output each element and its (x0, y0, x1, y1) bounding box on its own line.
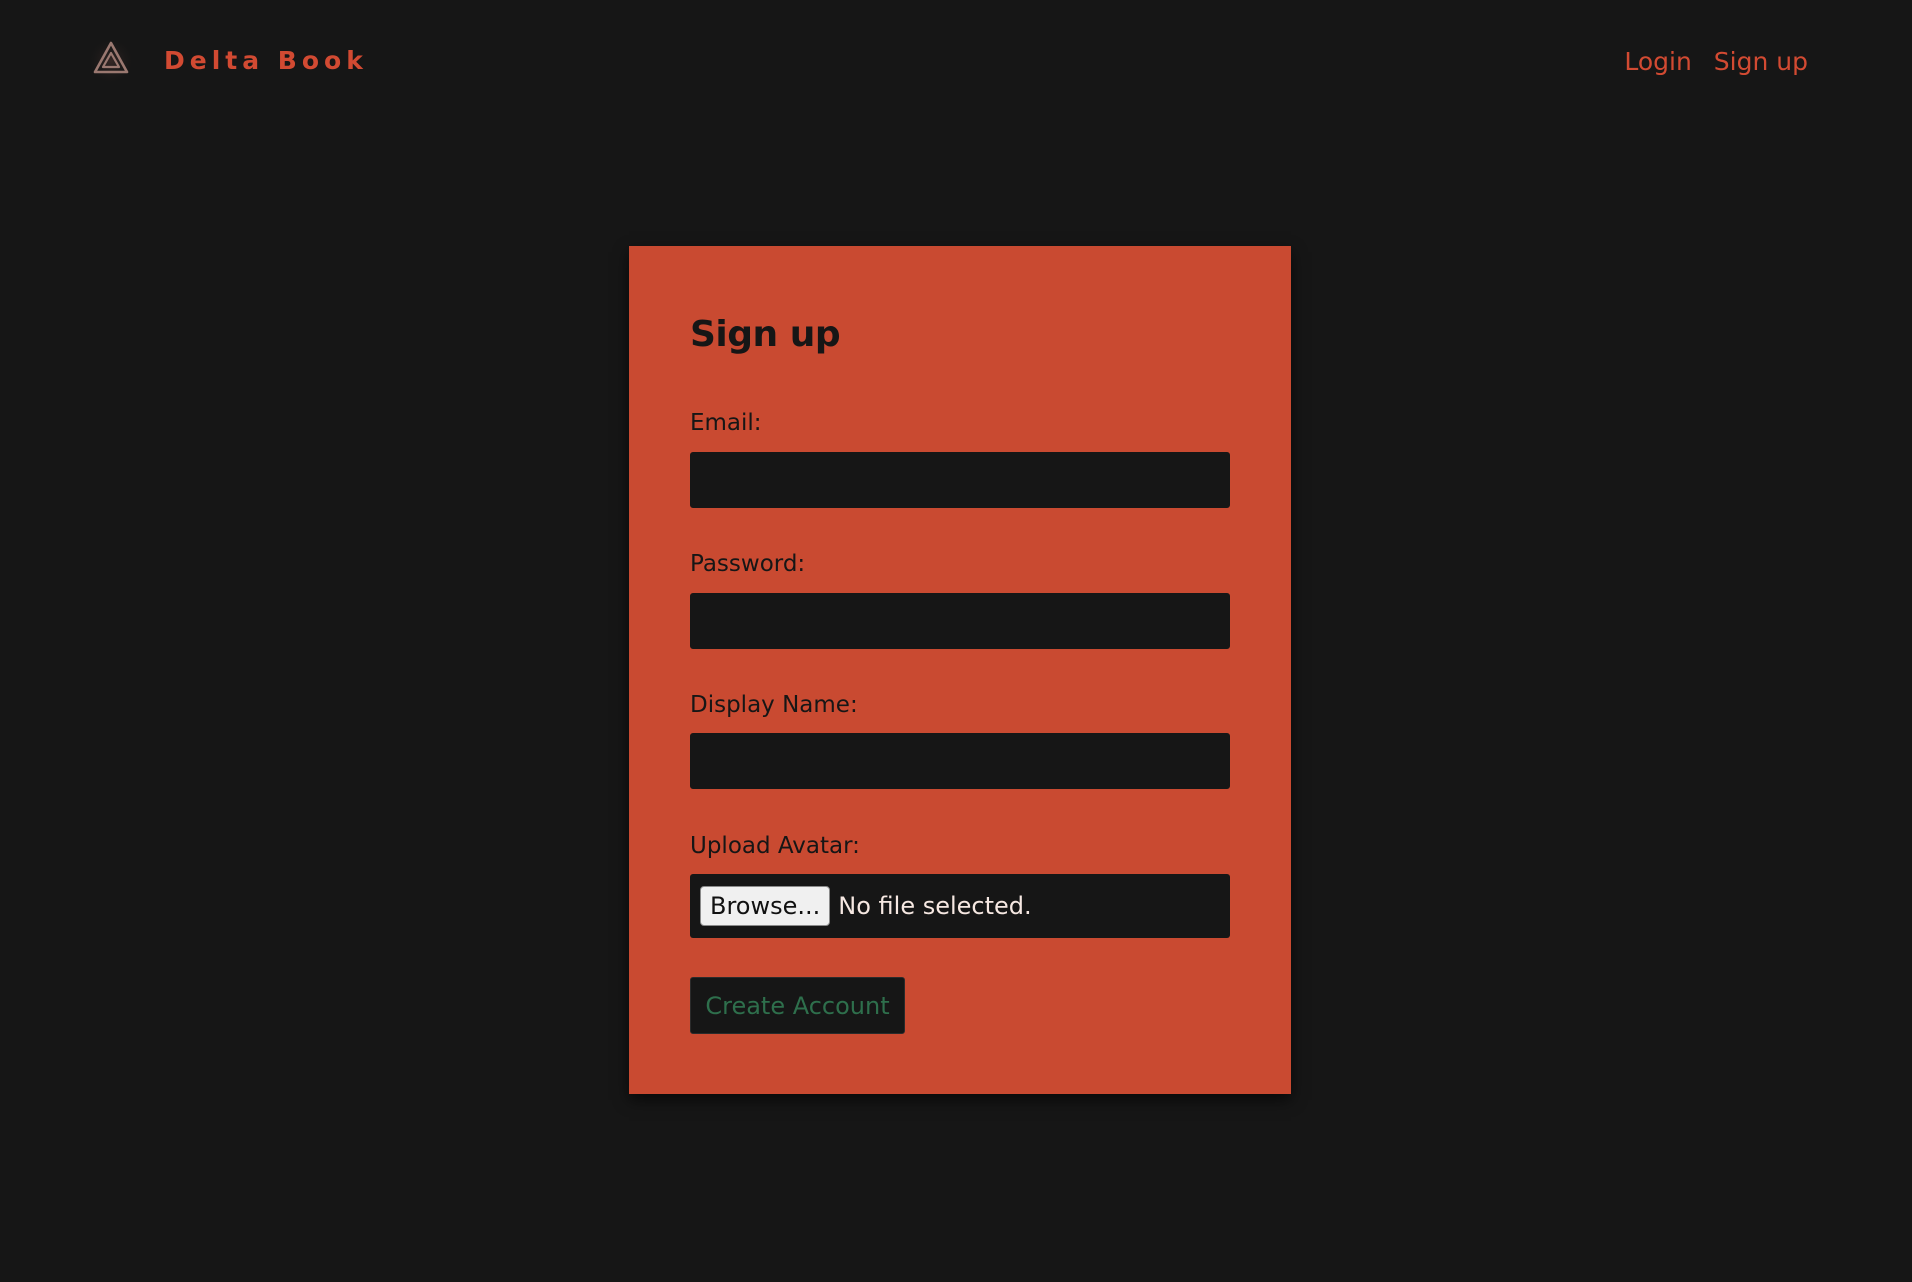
browse-button[interactable]: Browse... (700, 886, 831, 926)
nav-signup-link[interactable]: Sign up (1714, 44, 1808, 79)
brand-name: Delta Book (164, 46, 368, 75)
password-field[interactable] (690, 593, 1230, 649)
page: { "header": { "brand": "Delta Book", "na… (0, 0, 1912, 1282)
display-name-label: Display Name: (690, 692, 858, 718)
avatar-file-input[interactable]: Browse... No file selected. (690, 874, 1230, 938)
form-title: Sign up (690, 314, 841, 355)
avatar-label: Upload Avatar: (690, 833, 860, 859)
nav-login-link[interactable]: Login (1624, 44, 1691, 79)
password-label: Password: (690, 551, 806, 577)
display-name-field[interactable] (690, 733, 1230, 789)
create-account-button[interactable]: Create Account (690, 977, 905, 1034)
signup-card: Sign up Email: Password: Display Name: U… (629, 246, 1291, 1094)
email-label: Email: (690, 410, 762, 436)
triangle-logo-icon (87, 37, 135, 84)
site-header: Delta Book Login Sign up (0, 0, 1912, 125)
top-nav: Login Sign up (1624, 44, 1808, 79)
file-status-text: No file selected. (838, 892, 1032, 920)
email-field[interactable] (690, 452, 1230, 508)
brand-home-link[interactable]: Delta Book (86, 34, 368, 84)
